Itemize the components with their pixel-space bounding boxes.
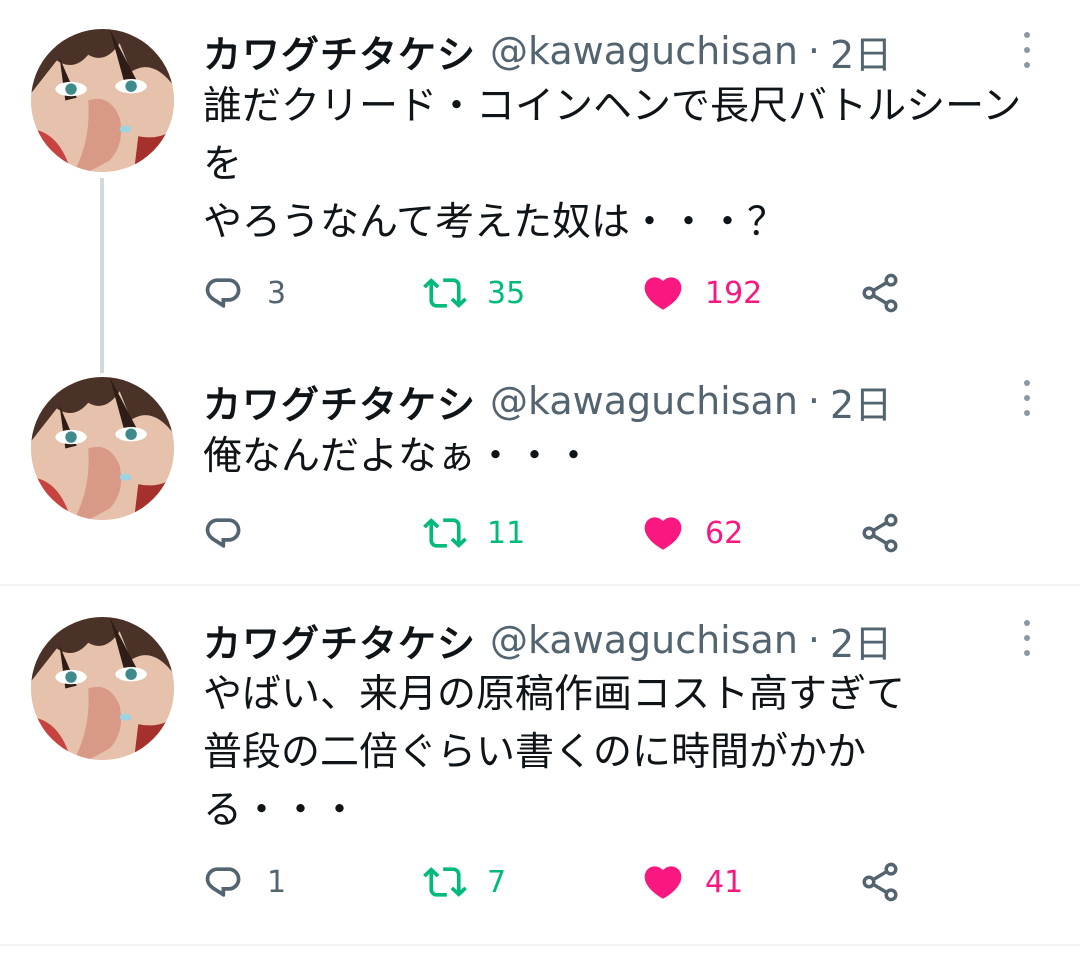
timestamp[interactable]: 2日 [830, 613, 892, 668]
like-button[interactable]: 41 [641, 857, 743, 907]
share-button[interactable] [858, 857, 902, 907]
retweet-button[interactable]: 7 [423, 857, 506, 907]
reply-button[interactable]: 1 [203, 857, 286, 907]
tweet-text: やばい、来月の原稿作画コスト高すぎて 普段の二倍ぐらい書くのに時間がかか る・・… [203, 672, 906, 833]
heart-icon [641, 860, 685, 904]
display-name[interactable]: カワグチタケシ [203, 613, 476, 668]
tweet[interactable]: カワグチタケシ @kawaguchisan · 2日 やばい、来月の原稿作画コス… [0, 0, 1080, 945]
separator-dot: · [807, 618, 821, 662]
like-count: 41 [705, 864, 744, 900]
tweet-header: カワグチタケシ @kawaguchisan · 2日 [203, 613, 892, 668]
user-handle[interactable]: @kawaguchisan [490, 618, 798, 662]
share-icon [858, 860, 902, 904]
tweet-divider [0, 944, 1080, 946]
reply-icon [203, 860, 247, 904]
more-vertical-icon[interactable] [1012, 618, 1042, 658]
action-bar: 1 7 41 [203, 857, 923, 907]
reply-count: 1 [267, 864, 287, 900]
avatar[interactable] [31, 617, 174, 760]
retweet-icon [423, 860, 467, 904]
retweet-count: 7 [487, 864, 507, 900]
